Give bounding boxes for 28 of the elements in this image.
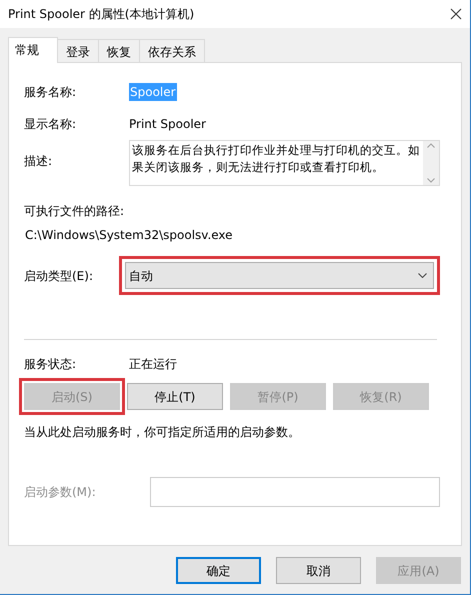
tab[interactable]: 依存关系 [140, 39, 205, 62]
dialog-button[interactable]: 取消 [276, 557, 361, 584]
startup-type-dropdown[interactable]: 自动 [125, 262, 434, 289]
chevron-down-icon [418, 273, 427, 278]
field-label: 描述: [24, 153, 54, 170]
close-icon[interactable] [450, 8, 462, 20]
scroll-up-icon[interactable] [427, 143, 435, 148]
dialog-button[interactable]: 确定 [176, 557, 261, 584]
field-label: 服务名称: [24, 84, 78, 101]
scrollbar[interactable] [423, 141, 439, 185]
description-text: 该服务在后台执行打印作业并处理与打印机的交互。如果关闭该服务，则无法进行打印或查看打印机。 [131, 142, 421, 176]
window-title: Print Spooler 的属性(本地计算机) [8, 6, 194, 23]
field-label: 启动类型(E): [24, 268, 94, 284]
field-value: Print Spooler [129, 116, 206, 133]
service-button[interactable]: 停止(T) [127, 383, 223, 410]
field-label: 显示名称: [24, 116, 78, 133]
description-box[interactable]: 该服务在后台执行打印作业并处理与打印机的交互。如果关闭该服务，则无法进行打印或查看打印机。 [129, 140, 440, 186]
scroll-down-icon[interactable] [427, 178, 435, 183]
field-label: 可执行文件的路径: [24, 203, 126, 220]
path-text: C:\Windows\System32\spoolsv.exe [25, 227, 234, 244]
field-value: Spooler [129, 83, 177, 101]
tab[interactable]: 恢复 [99, 39, 140, 62]
field-label: 启动参数(M): [24, 484, 97, 501]
tab[interactable]: 常规 [8, 37, 58, 63]
hint-text: 当从此处启动服务时，你可指定所适用的启动参数。 [24, 424, 301, 441]
tab[interactable]: 登录 [58, 39, 99, 62]
field-label: 服务状态: [24, 356, 78, 373]
status-value: 正在运行 [129, 356, 177, 373]
